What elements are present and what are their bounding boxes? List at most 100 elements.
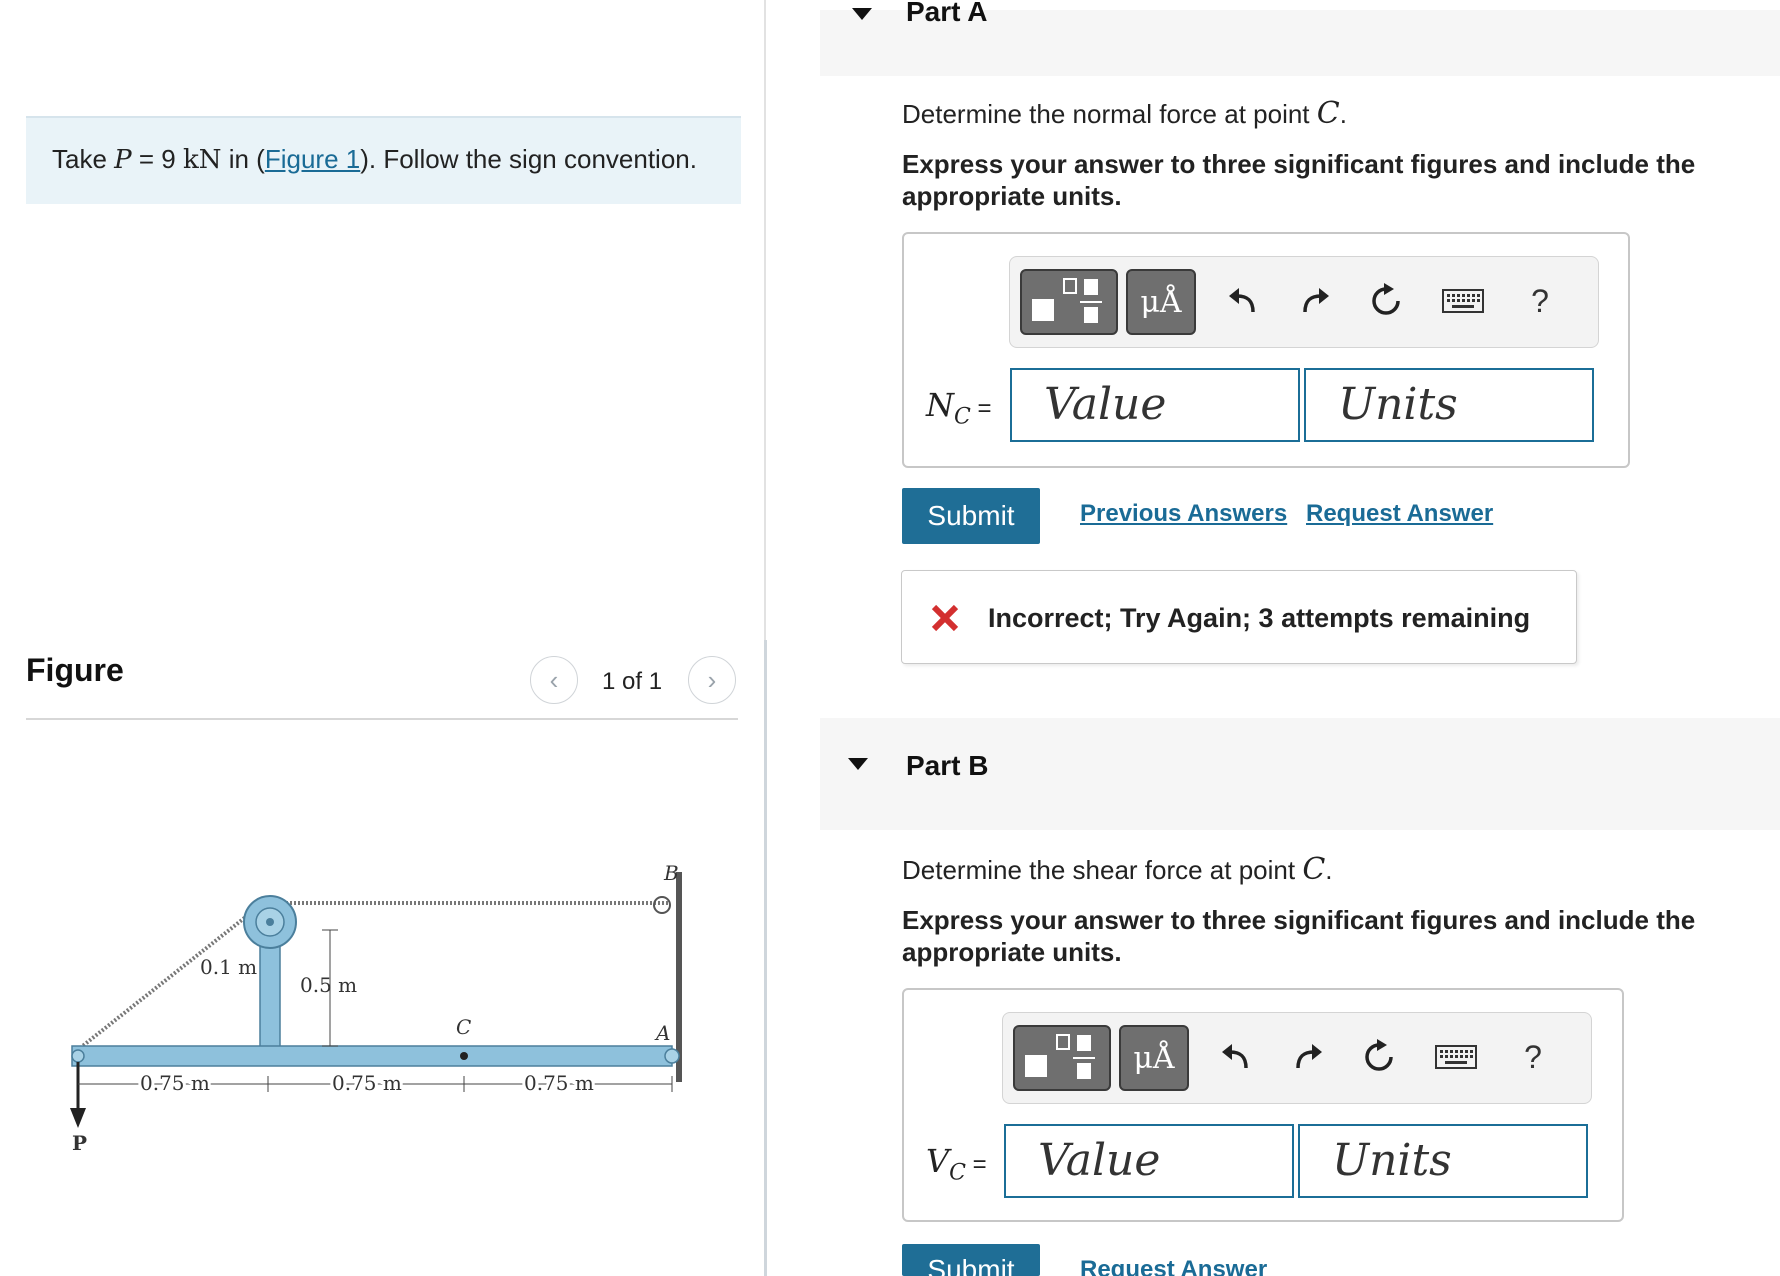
help-icon: ? [1524,1038,1542,1075]
figure-pager: 1 of 1 [602,668,663,695]
part-a-var-eq: = [970,395,992,422]
part-b-value-input[interactable]: Value [1004,1124,1294,1198]
pin-a [664,1048,680,1064]
part-a-toolbar: μÅ ? [1009,256,1599,348]
fraction-template-button[interactable] [1020,269,1118,335]
problem-equals: = 9 [131,144,183,174]
units-button[interactable]: μÅ [1119,1025,1189,1091]
keyboard-button[interactable] [1438,281,1488,321]
label-radius: 0.1 m [200,955,257,979]
error-x-icon [931,604,959,632]
keyboard-icon [1435,1045,1477,1069]
figure-heading: Figure [26,652,124,688]
part-b-header[interactable]: Part B [820,718,1780,830]
pulley-pin [266,918,274,926]
part-a-header[interactable]: Part A [820,0,1780,76]
undo-button[interactable] [1215,1037,1255,1077]
label-dim-2: 0.75 m [332,1071,402,1095]
cable-diagonal [78,910,254,1050]
feedback-text: Incorrect; Try Again; 3 attempts remaini… [988,603,1531,633]
caret-down-icon [852,8,872,20]
label-dim-1: 0.75 m [140,1071,210,1095]
fraction-template-icon [1025,1034,1095,1079]
part-b-units-input[interactable]: Units [1298,1124,1588,1198]
part-b-var-eq: = [965,1151,987,1178]
chevron-left-icon: ‹ [549,664,559,695]
part-a-variable-label: NC = [926,386,992,429]
beam [71,1045,673,1067]
part-b-toolbar: μÅ ? [1002,1012,1592,1104]
unit-kn: kN [182,145,222,175]
redo-button[interactable] [1289,1037,1329,1077]
previous-answers-link[interactable]: Previous Answers [1080,500,1287,528]
undo-icon [1222,1044,1248,1069]
part-b-var-main: V [926,1142,950,1180]
part-b-variable-label: VC = [926,1142,987,1185]
reset-icon [1372,283,1400,315]
units-button[interactable]: μÅ [1126,269,1196,335]
figure-diagram: B A C P 0.1 m 0.5 m 0.75 m 0.75 m 0.75 m [70,861,682,1150]
part-a-units-input[interactable]: Units [1304,368,1594,442]
label-b: B [663,861,679,885]
reset-button[interactable] [1366,281,1406,321]
label-dim-3: 0.75 m [524,1071,594,1095]
figure-prev-button[interactable]: ‹ [530,656,578,704]
help-button[interactable]: ? [1520,281,1560,321]
part-a-question-text: Determine the normal force at point [902,99,1317,129]
part-b-question-text: Determine the shear force at point [902,855,1303,885]
part-a-question-suffix: . [1339,99,1347,129]
problem-text: Take P = 9 kN in (Figure 1). Follow the … [52,144,697,175]
label-p: P [72,1131,87,1150]
part-b-request-answer-link[interactable]: Request Answer [1080,1256,1267,1276]
keyboard-icon [1442,289,1484,313]
column-divider-scroll [764,640,767,1276]
point-c [460,1052,468,1060]
part-a-var-sub: C [954,404,971,430]
keyboard-button[interactable] [1431,1037,1481,1077]
part-b-submit-button[interactable]: Submit [902,1244,1040,1276]
part-a-question-var: C [1316,96,1340,131]
part-b-answer-box: μÅ ? VC = Value Units [902,988,1624,1222]
part-b-instruction: Express your answer to three significant… [902,905,1696,967]
part-a-request-answer-link[interactable]: Request Answer [1306,500,1493,528]
undo-icon [1229,288,1255,313]
redo-icon [1296,1044,1322,1069]
problem-statement: Take P = 9 kN in (Figure 1). Follow the … [26,116,741,204]
units-icon: μÅ [1133,1040,1175,1076]
fraction-template-icon [1032,278,1102,323]
help-button[interactable]: ? [1513,1037,1553,1077]
part-a-instruction: Express your answer to three significant… [902,149,1696,211]
label-height: 0.5 m [300,973,357,997]
figure-link[interactable]: Figure 1 [265,144,360,174]
units-icon: μÅ [1140,284,1182,320]
part-b-title: Part B [906,750,989,781]
pin-left [71,1049,85,1063]
part-b-question: Determine the shear force at point C. [902,852,1333,887]
problem-suffix: ). Follow the sign convention. [360,144,697,174]
problem-mid: in ( [221,144,265,174]
label-a: A [654,1021,670,1045]
redo-button[interactable] [1296,281,1336,321]
help-icon: ? [1531,282,1549,319]
feedback-message: Incorrect; Try Again; 3 attempts remaini… [901,570,1577,664]
part-b-var-sub: C [949,1160,966,1186]
chevron-right-icon: › [707,664,717,695]
fraction-template-button[interactable] [1013,1025,1111,1091]
load-arrow-head [70,1108,86,1128]
part-a-answer-box: μÅ ? NC = Value Units [902,232,1630,468]
part-b-question-suffix: . [1325,855,1333,885]
reset-button[interactable] [1359,1037,1399,1077]
caret-down-icon [848,758,868,770]
problem-prefix: Take [52,144,115,174]
reset-icon [1365,1039,1393,1071]
part-a-var-main: N [926,386,954,424]
undo-button[interactable] [1222,281,1262,321]
part-a-question: Determine the normal force at point C. [902,96,1347,131]
figure-next-button[interactable]: › [688,656,736,704]
redo-icon [1303,288,1329,313]
variable-p: P [114,145,132,175]
part-b-question-var: C [1302,852,1326,887]
label-c: C [456,1015,471,1039]
part-a-value-input[interactable]: Value [1010,368,1300,442]
part-a-submit-button[interactable]: Submit [902,488,1040,544]
